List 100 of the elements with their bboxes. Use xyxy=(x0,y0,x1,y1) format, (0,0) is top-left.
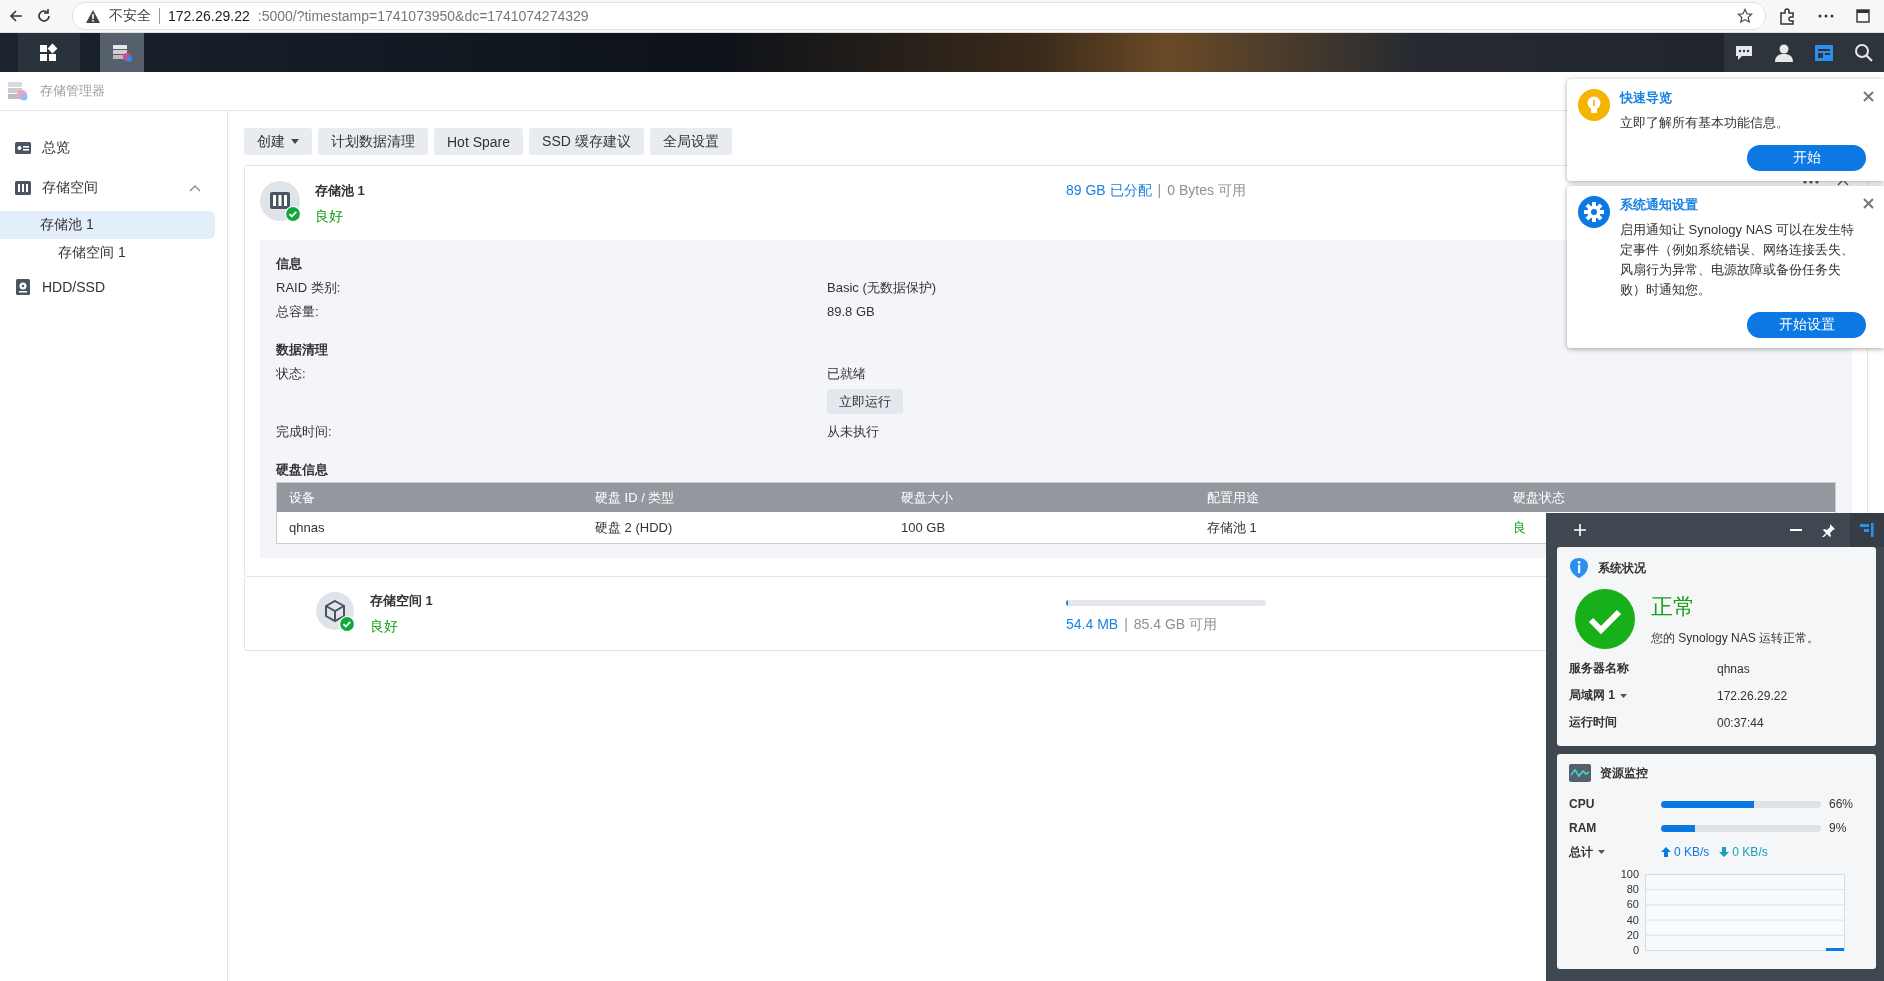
side-panel-button[interactable] xyxy=(1850,513,1884,547)
meter-label: CPU xyxy=(1569,797,1596,811)
allocated-text: 89 GB 已分配 xyxy=(1066,182,1152,200)
storage-app-button[interactable] xyxy=(100,33,144,72)
reload-icon[interactable] xyxy=(36,8,52,24)
upload-speed: 0 KB/s xyxy=(1674,845,1710,859)
app-title: 存储管理器 xyxy=(40,82,105,100)
minus-icon xyxy=(1790,529,1802,531)
settings-icon xyxy=(1578,196,1610,228)
info-label: 服务器名称 xyxy=(1569,660,1630,677)
axis-label: 20 xyxy=(1626,928,1639,941)
sidebar-item[interactable]: 总览 xyxy=(0,128,227,168)
run-now-button[interactable]: 立即运行 xyxy=(827,389,903,414)
star-icon[interactable] xyxy=(1737,8,1753,24)
toolbar-button[interactable]: 计划数据清理 xyxy=(318,128,428,155)
upload-arrow-icon xyxy=(1661,847,1671,857)
storage-app-icon xyxy=(111,42,133,63)
table-cell: 100 GB xyxy=(901,520,946,535)
status-message: 您的 Synology NAS 运转正常。 xyxy=(1651,630,1820,647)
volume-icon xyxy=(315,591,357,633)
notification-title: 快速导览 xyxy=(1620,89,1672,107)
close-icon[interactable] xyxy=(1863,198,1874,209)
caret-icon xyxy=(291,139,299,144)
pool-title: 存储池 1 xyxy=(315,182,365,200)
meter-reading: 9% xyxy=(1828,821,1848,835)
storage-manager-icon xyxy=(6,80,28,102)
monitor-icon xyxy=(1569,764,1591,782)
notification-title: 系统通知设置 xyxy=(1620,196,1698,214)
back-icon[interactable] xyxy=(8,8,24,24)
search-icon xyxy=(1854,42,1874,63)
field-value: Basic (无数据保护) xyxy=(827,279,937,297)
sidebar-item[interactable]: 存储空间 xyxy=(0,168,227,208)
section-title: 数据清理 xyxy=(276,341,328,359)
table-cell: 良 xyxy=(1513,518,1526,537)
available-text: 0 Bytes 可用 xyxy=(1167,182,1246,200)
volume-status: 良好 xyxy=(370,618,399,636)
info-label: 运行时间 xyxy=(1569,714,1618,731)
lightbulb-icon xyxy=(1578,89,1610,121)
window-icon[interactable] xyxy=(1856,9,1870,23)
toolbar-button[interactable]: Hot Spare xyxy=(434,128,524,155)
address-bar[interactable]: 不安全 172.26.29.22 :5000/?timestamp=1741073950&dc=1741074274329 xyxy=(72,2,1766,30)
pin-icon xyxy=(1821,523,1835,537)
field-label: 总容量: xyxy=(276,303,320,321)
security-label: 不安全 xyxy=(109,7,151,25)
axis-label: 60 xyxy=(1626,898,1639,911)
extension-icon[interactable] xyxy=(1778,7,1796,25)
field-label: RAID 类别: xyxy=(276,279,342,297)
column-header: 硬盘大小 xyxy=(901,488,953,507)
info-value: qhnas xyxy=(1717,661,1751,676)
widget-title: 系统状况 xyxy=(1598,559,1646,577)
column-header: 硬盘状态 xyxy=(1513,488,1565,507)
field-label: 完成时间: xyxy=(276,423,333,441)
network-dropdown[interactable]: 总计 xyxy=(1569,843,1661,861)
info-icon xyxy=(1569,557,1589,579)
available-text: 85.4 GB 可用 xyxy=(1133,616,1218,634)
download-speed: 0 KB/s xyxy=(1732,845,1768,859)
status-text: 正常 xyxy=(1651,593,1696,621)
sidebar-subitem[interactable]: 存储池 1 xyxy=(0,211,215,239)
panel-icon xyxy=(1860,523,1874,537)
separator-text: | xyxy=(1157,182,1162,200)
caret-icon xyxy=(1598,850,1605,854)
pool-status: 良好 xyxy=(315,208,344,226)
field-value: 89.8 GB xyxy=(827,303,875,321)
toolbar-button[interactable]: SSD 缓存建议 xyxy=(529,128,644,155)
start-button[interactable]: 开始 xyxy=(1747,145,1866,171)
user-icon xyxy=(1774,42,1794,63)
field-label: 状态: xyxy=(276,365,307,383)
axis-label: 0 xyxy=(1632,944,1639,956)
used-text: 54.4 MB xyxy=(1066,616,1119,634)
separator-text: | xyxy=(1124,616,1128,634)
sidebar-subitem[interactable]: 存储空间 1 xyxy=(0,239,233,267)
notification-text: 启用通知让 Synology NAS 可以在发生特定事件（例如系统错误、网络连接丢失、风扇行为异常、电源故障或备份任务失败）时通知您。 xyxy=(1620,221,1856,299)
column-header: 配置用途 xyxy=(1207,488,1259,507)
toolbar-button[interactable]: 全局设置 xyxy=(649,128,732,155)
info-value: 172.26.29.22 xyxy=(1717,688,1789,703)
grid-icon xyxy=(38,42,60,63)
close-icon[interactable] xyxy=(1863,91,1874,102)
url-path: :5000/?timestamp=1741073950&dc=1741074274329 xyxy=(257,8,590,24)
axis-label: 100 xyxy=(1620,868,1639,880)
section-title: 硬盘信息 xyxy=(276,461,328,479)
url-host: 172.26.29.22 xyxy=(168,8,250,24)
widget-title: 资源监控 xyxy=(1600,764,1648,782)
start-button[interactable]: 开始设置 xyxy=(1747,312,1866,338)
field-value: 从未执行 xyxy=(827,423,879,441)
sidebar-item[interactable]: HDD/SSD xyxy=(0,267,227,307)
volume-title: 存储空间 1 xyxy=(370,592,433,610)
overview-icon xyxy=(14,139,32,157)
field-value: 已就绪 xyxy=(827,365,866,383)
grid-button[interactable] xyxy=(18,33,80,72)
info-value: 00:37:44 xyxy=(1717,715,1765,730)
widget-icon xyxy=(1814,42,1834,63)
data-line xyxy=(1826,948,1844,951)
toolbar-button[interactable]: 创建 xyxy=(244,128,312,155)
storage-icon xyxy=(14,179,32,197)
more-icon[interactable] xyxy=(1818,14,1834,18)
info-label[interactable]: 局域网 1 xyxy=(1569,687,1717,704)
notification-text: 立即了解所有基本功能信息。 xyxy=(1620,114,1790,132)
warning-icon xyxy=(85,8,101,24)
meter-label: RAM xyxy=(1569,821,1598,835)
axis-label: 40 xyxy=(1626,913,1639,926)
